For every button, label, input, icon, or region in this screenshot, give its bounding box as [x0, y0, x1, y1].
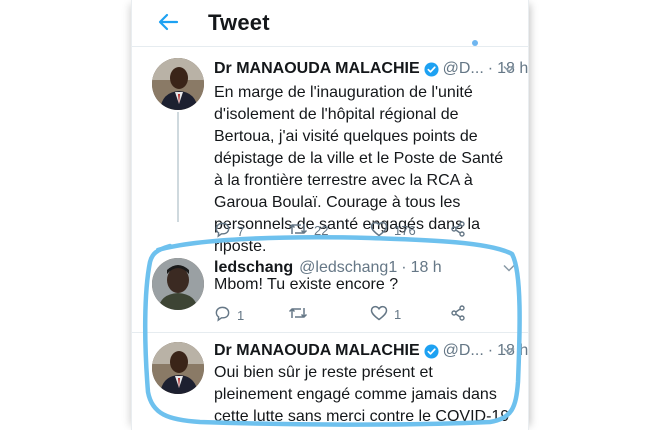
tweet-header: Dr MANAOUDA MALACHIE @D... · 18 h	[214, 340, 528, 362]
share-button[interactable]	[450, 221, 466, 240]
share-icon	[450, 221, 466, 240]
like-count: 1	[394, 307, 402, 322]
reply-icon	[214, 305, 231, 325]
author-name[interactable]: Dr MANAOUDA MALACHIE	[214, 60, 420, 78]
author-name[interactable]: Dr MANAOUDA MALACHIE	[214, 342, 420, 360]
heart-icon	[370, 221, 388, 240]
retweet-button[interactable]: 22	[288, 221, 328, 240]
tweet-actions: 7 22 176	[214, 221, 514, 241]
top-bar: Tweet	[132, 0, 528, 46]
verified-badge-icon	[424, 343, 439, 359]
heart-icon	[370, 305, 388, 324]
header-divider	[132, 46, 528, 47]
back-arrow-icon[interactable]	[154, 8, 182, 36]
chevron-down-icon[interactable]	[502, 344, 516, 358]
reply-count: 7	[237, 223, 245, 239]
like-count: 176	[394, 223, 416, 238]
author-handle[interactable]: @D...	[443, 60, 484, 78]
reply-button[interactable]: 1	[214, 305, 244, 325]
tweet-actions: 1 1	[214, 305, 514, 325]
share-icon	[450, 305, 466, 324]
verified-badge-icon	[424, 61, 439, 77]
chevron-down-icon[interactable]	[502, 62, 516, 76]
reply-icon	[214, 221, 231, 241]
reply-button[interactable]: 7	[214, 221, 244, 241]
time-separator: ·	[487, 60, 494, 77]
like-button[interactable]: 176	[370, 221, 416, 240]
page-title: Tweet	[208, 10, 270, 35]
tweet-text: Oui bien sûr je reste présent et pleinem…	[214, 364, 510, 425]
avatar[interactable]	[152, 58, 204, 110]
share-button[interactable]	[450, 305, 466, 324]
retweet-icon	[288, 305, 308, 324]
tweet-text: Mbom! Tu existe encore ?	[214, 276, 399, 293]
thread-line	[177, 112, 179, 222]
tweet-detail-screen: Tweet Dr MANAOUDA MALACHIE @D... · 18 h …	[132, 0, 528, 430]
time-separator: ·	[487, 342, 494, 359]
reply-count: 1	[237, 307, 245, 323]
like-button[interactable]: 1	[370, 305, 401, 324]
tweet-divider	[132, 332, 528, 333]
chevron-down-icon[interactable]	[502, 261, 516, 275]
avatar[interactable]	[152, 258, 204, 310]
retweet-icon	[288, 221, 308, 240]
retweet-count: 22	[314, 223, 329, 238]
avatar[interactable]	[152, 342, 204, 394]
retweet-button[interactable]	[288, 305, 314, 324]
author-handle[interactable]: @D...	[443, 342, 484, 360]
tweet-header: Dr MANAOUDA MALACHIE @D... · 18 h	[214, 58, 528, 80]
